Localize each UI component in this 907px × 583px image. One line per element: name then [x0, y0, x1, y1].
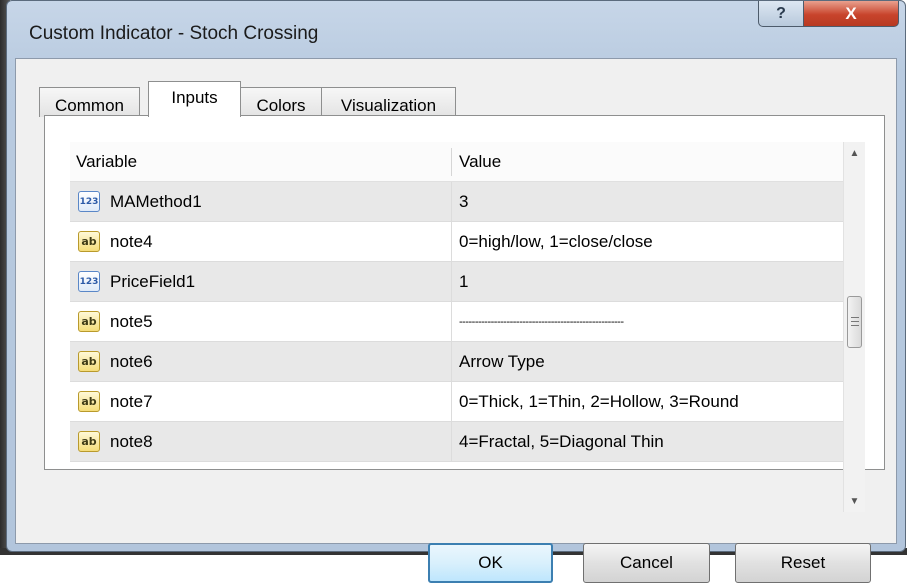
variable-value[interactable]: 1	[459, 262, 468, 302]
text-icon: ab	[78, 431, 100, 452]
window-title: Custom Indicator - Stoch Crossing	[29, 23, 319, 44]
tab-common[interactable]: Common	[39, 87, 140, 117]
scroll-up-arrow-icon[interactable]: ▲	[844, 142, 865, 164]
variable-name: MAMethod1	[110, 192, 202, 211]
tab-inputs[interactable]: Inputs	[148, 81, 241, 117]
close-icon: X	[845, 3, 857, 23]
variable-value[interactable]: ----------------------------------------…	[459, 302, 624, 342]
variable-value[interactable]: Arrow Type	[459, 342, 545, 382]
variable-value[interactable]: 0=Thick, 1=Thin, 2=Hollow, 3=Round	[459, 382, 739, 422]
tab-visualization-label: Visualization	[340, 96, 437, 115]
table-row[interactable]: 123 MAMethod1 3	[70, 182, 843, 222]
grid-header: Variable Value	[70, 142, 843, 182]
help-button[interactable]: ?	[758, 1, 804, 27]
column-header-variable[interactable]: Variable	[70, 142, 451, 182]
number-icon: 123	[78, 191, 100, 212]
table-row[interactable]: ab note6 Arrow Type	[70, 342, 843, 382]
text-icon: ab	[78, 231, 100, 252]
table-row[interactable]: 123 PriceField1 1	[70, 262, 843, 302]
tab-colors-label: Colors	[256, 96, 306, 115]
column-header-value[interactable]: Value	[453, 142, 843, 182]
table-row[interactable]: ab note5 -------------------------------…	[70, 302, 843, 342]
scroll-down-arrow-icon[interactable]: ▼	[844, 490, 865, 512]
ok-button[interactable]: OK	[428, 543, 553, 583]
variable-value[interactable]: 0=high/low, 1=close/close	[459, 222, 653, 262]
variable-name: note8	[110, 432, 153, 451]
variable-name: note5	[110, 312, 153, 331]
number-icon: 123	[78, 271, 100, 292]
scrollbar-thumb[interactable]	[847, 296, 862, 348]
inputs-grid[interactable]: Variable Value 123 MAMethod1 3 ab note4 …	[70, 142, 843, 512]
reset-button[interactable]: Reset	[735, 543, 871, 583]
text-icon: ab	[78, 311, 100, 332]
dialog-window: Custom Indicator - Stoch Crossing ? X Co…	[6, 0, 906, 583]
tab-visualization[interactable]: Visualization	[321, 87, 456, 117]
variable-name: note6	[110, 352, 153, 371]
variable-name: PriceField1	[110, 272, 196, 291]
table-row[interactable]: ab note4 0=high/low, 1=close/close	[70, 222, 843, 262]
variable-value[interactable]: 3	[459, 182, 468, 222]
tab-colors[interactable]: Colors	[240, 87, 322, 117]
text-icon: ab	[78, 351, 100, 372]
text-icon: ab	[78, 391, 100, 412]
tab-common-label: Common	[55, 96, 124, 115]
variable-value[interactable]: 4=Fractal, 5=Diagonal Thin	[459, 422, 664, 462]
help-icon: ?	[776, 4, 786, 22]
close-button[interactable]: X	[803, 1, 899, 27]
variable-name: note4	[110, 232, 153, 251]
grid-vertical-scrollbar[interactable]: ▲ ▼	[843, 142, 865, 512]
tab-inputs-label: Inputs	[171, 88, 218, 107]
cancel-button[interactable]: Cancel	[583, 543, 710, 583]
table-row[interactable]: ab note7 0=Thick, 1=Thin, 2=Hollow, 3=Ro…	[70, 382, 843, 422]
dialog-client-area: Common Inputs Colors Visualization Varia…	[15, 58, 897, 583]
variable-name: note7	[110, 392, 153, 411]
column-divider[interactable]	[451, 148, 452, 176]
table-row[interactable]: ab note8 4=Fractal, 5=Diagonal Thin	[70, 422, 843, 462]
